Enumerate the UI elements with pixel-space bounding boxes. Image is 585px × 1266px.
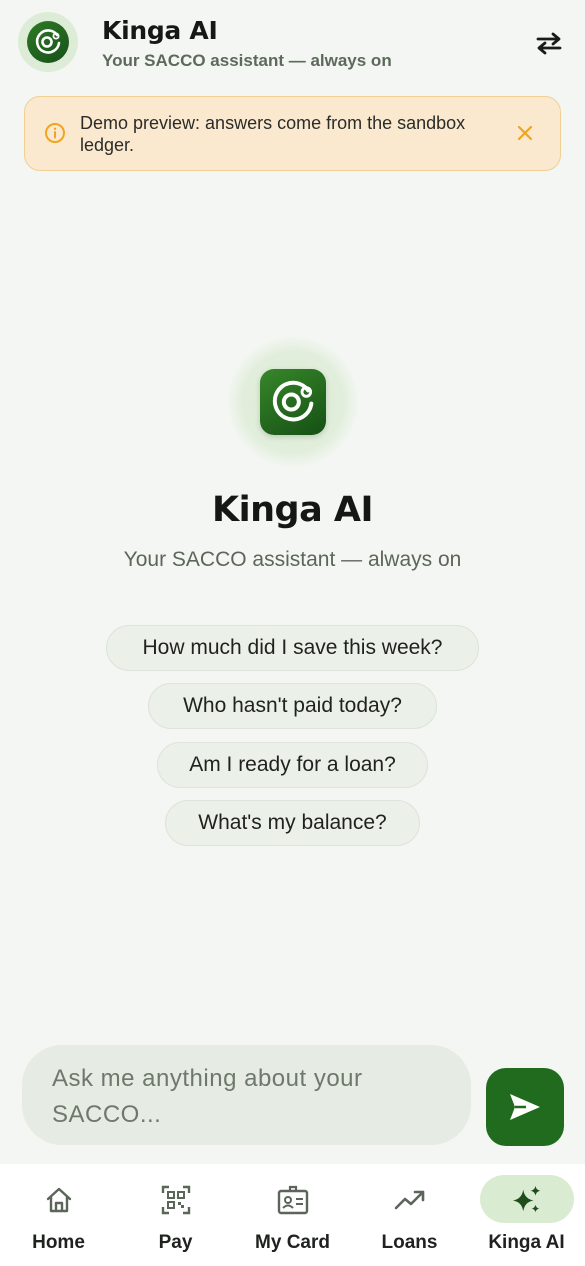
kinga-logo-icon [27, 21, 69, 63]
nav-label-home: Home [32, 1232, 85, 1253]
assistant-avatar [18, 12, 78, 72]
swap-arrows-button[interactable] [530, 26, 568, 60]
id-card-icon [277, 1184, 309, 1216]
nav-label-loans: Loans [381, 1232, 438, 1253]
kinga-logo-icon [260, 369, 326, 435]
nav-label-pay: Pay [158, 1232, 193, 1253]
swap-arrows-icon [536, 32, 562, 55]
header-title: Kinga AI [102, 16, 218, 45]
message-input[interactable] [22, 1045, 471, 1145]
app-header: Kinga AI Your SACCO assistant — always o… [0, 0, 585, 88]
qr-code-icon [160, 1184, 192, 1216]
header-subtitle: Your SACCO assistant — always on [102, 51, 392, 70]
bottom-nav: Home Pay My Card Loans Kinga AI [0, 1164, 585, 1266]
suggestion-chip[interactable]: Am I ready for a loan? [157, 742, 428, 788]
demo-banner: Demo preview: answers come from the sand… [24, 96, 561, 171]
suggestion-chip[interactable]: Who hasn't paid today? [148, 683, 437, 729]
nav-item-home[interactable]: Home [0, 1178, 117, 1258]
trending-up-icon [394, 1184, 426, 1216]
nav-label-kinga-ai: Kinga AI [488, 1232, 565, 1253]
hero-subtitle: Your SACCO assistant — always on [123, 548, 462, 571]
hero-title: Kinga AI [211, 490, 374, 530]
nav-item-my-card[interactable]: My Card [234, 1178, 351, 1258]
send-button[interactable] [486, 1068, 564, 1146]
suggestion-chip[interactable]: How much did I save this week? [106, 625, 479, 671]
banner-close-button[interactable] [513, 121, 537, 145]
nav-item-loans[interactable]: Loans [351, 1178, 468, 1258]
info-icon [45, 123, 65, 143]
nav-item-pay[interactable]: Pay [117, 1178, 234, 1258]
banner-text: Demo preview: answers come from the sand… [80, 113, 466, 155]
home-icon [43, 1184, 75, 1216]
sparkles-icon [511, 1184, 543, 1216]
close-icon [517, 125, 533, 141]
nav-label-my-card: My Card [255, 1232, 330, 1253]
send-icon [510, 1094, 540, 1120]
suggestion-chip[interactable]: What's my balance? [165, 800, 420, 846]
nav-item-kinga-ai[interactable]: Kinga AI [468, 1175, 585, 1258]
